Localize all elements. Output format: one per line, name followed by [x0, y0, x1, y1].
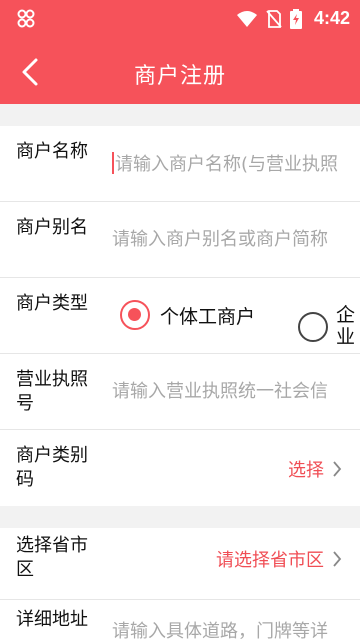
category-code-label: 商户类别码	[16, 445, 88, 490]
region-picker[interactable]: 请选择省市区	[216, 546, 342, 572]
category-code-action: 选择	[288, 460, 324, 481]
category-code-picker[interactable]: 选择	[288, 456, 342, 482]
address-label: 详细地址	[16, 609, 88, 630]
region-row[interactable]: 选择省市区 请选择省市区	[0, 528, 360, 600]
merchant-name-input[interactable]: 请输入商户名称(与营业执照	[112, 152, 360, 177]
section-gap	[0, 506, 360, 528]
license-row: 营业执照号 请输入营业执照统一社会信	[0, 354, 360, 430]
battery-icon	[290, 9, 302, 29]
merchant-name-placeholder: 请输入商户名称(与营业执照	[115, 154, 339, 175]
address-input[interactable]: 请输入具体道路，门牌等详	[112, 620, 360, 640]
page-title: 商户注册	[133, 64, 226, 89]
wifi-icon	[237, 11, 257, 27]
merchant-name-label: 商户名称	[16, 141, 88, 162]
license-input[interactable]: 请输入营业执照统一社会信	[112, 380, 360, 404]
radio-selected-dot	[128, 308, 141, 321]
merchant-alias-input[interactable]: 请输入商户别名或商户简称	[112, 228, 360, 252]
no-sim-icon	[266, 10, 282, 28]
merchant-type-row: 商户类型 个体工商户 企业	[0, 278, 360, 354]
merchant-name-row: 商户名称 请输入商户名称(与营业执照	[0, 126, 360, 202]
region-action: 请选择省市区	[216, 550, 324, 571]
chevron-right-icon	[333, 551, 342, 567]
section-gap	[0, 104, 360, 126]
status-bar: 4:42	[0, 0, 360, 40]
address-row: 详细地址 请输入具体道路，门牌等详	[0, 600, 360, 640]
region-label: 选择省市区	[16, 535, 88, 580]
text-cursor	[112, 152, 114, 174]
chevron-right-icon	[333, 461, 342, 477]
app-bar: 商户注册	[0, 40, 360, 104]
radio-individual[interactable]	[120, 300, 150, 330]
category-code-row[interactable]: 商户类别码 选择	[0, 430, 360, 506]
app-icon	[17, 9, 35, 28]
radio-enterprise-label[interactable]: 企业	[336, 304, 356, 348]
merchant-alias-label: 商户别名	[16, 217, 88, 238]
license-label: 营业执照号	[16, 369, 88, 414]
radio-enterprise[interactable]	[298, 312, 328, 342]
merchant-type-label: 商户类型	[16, 293, 88, 314]
radio-individual-label[interactable]: 个体工商户	[160, 302, 255, 329]
merchant-alias-row: 商户别名 请输入商户别名或商户简称	[0, 202, 360, 278]
status-time: 4:42	[313, 8, 350, 28]
